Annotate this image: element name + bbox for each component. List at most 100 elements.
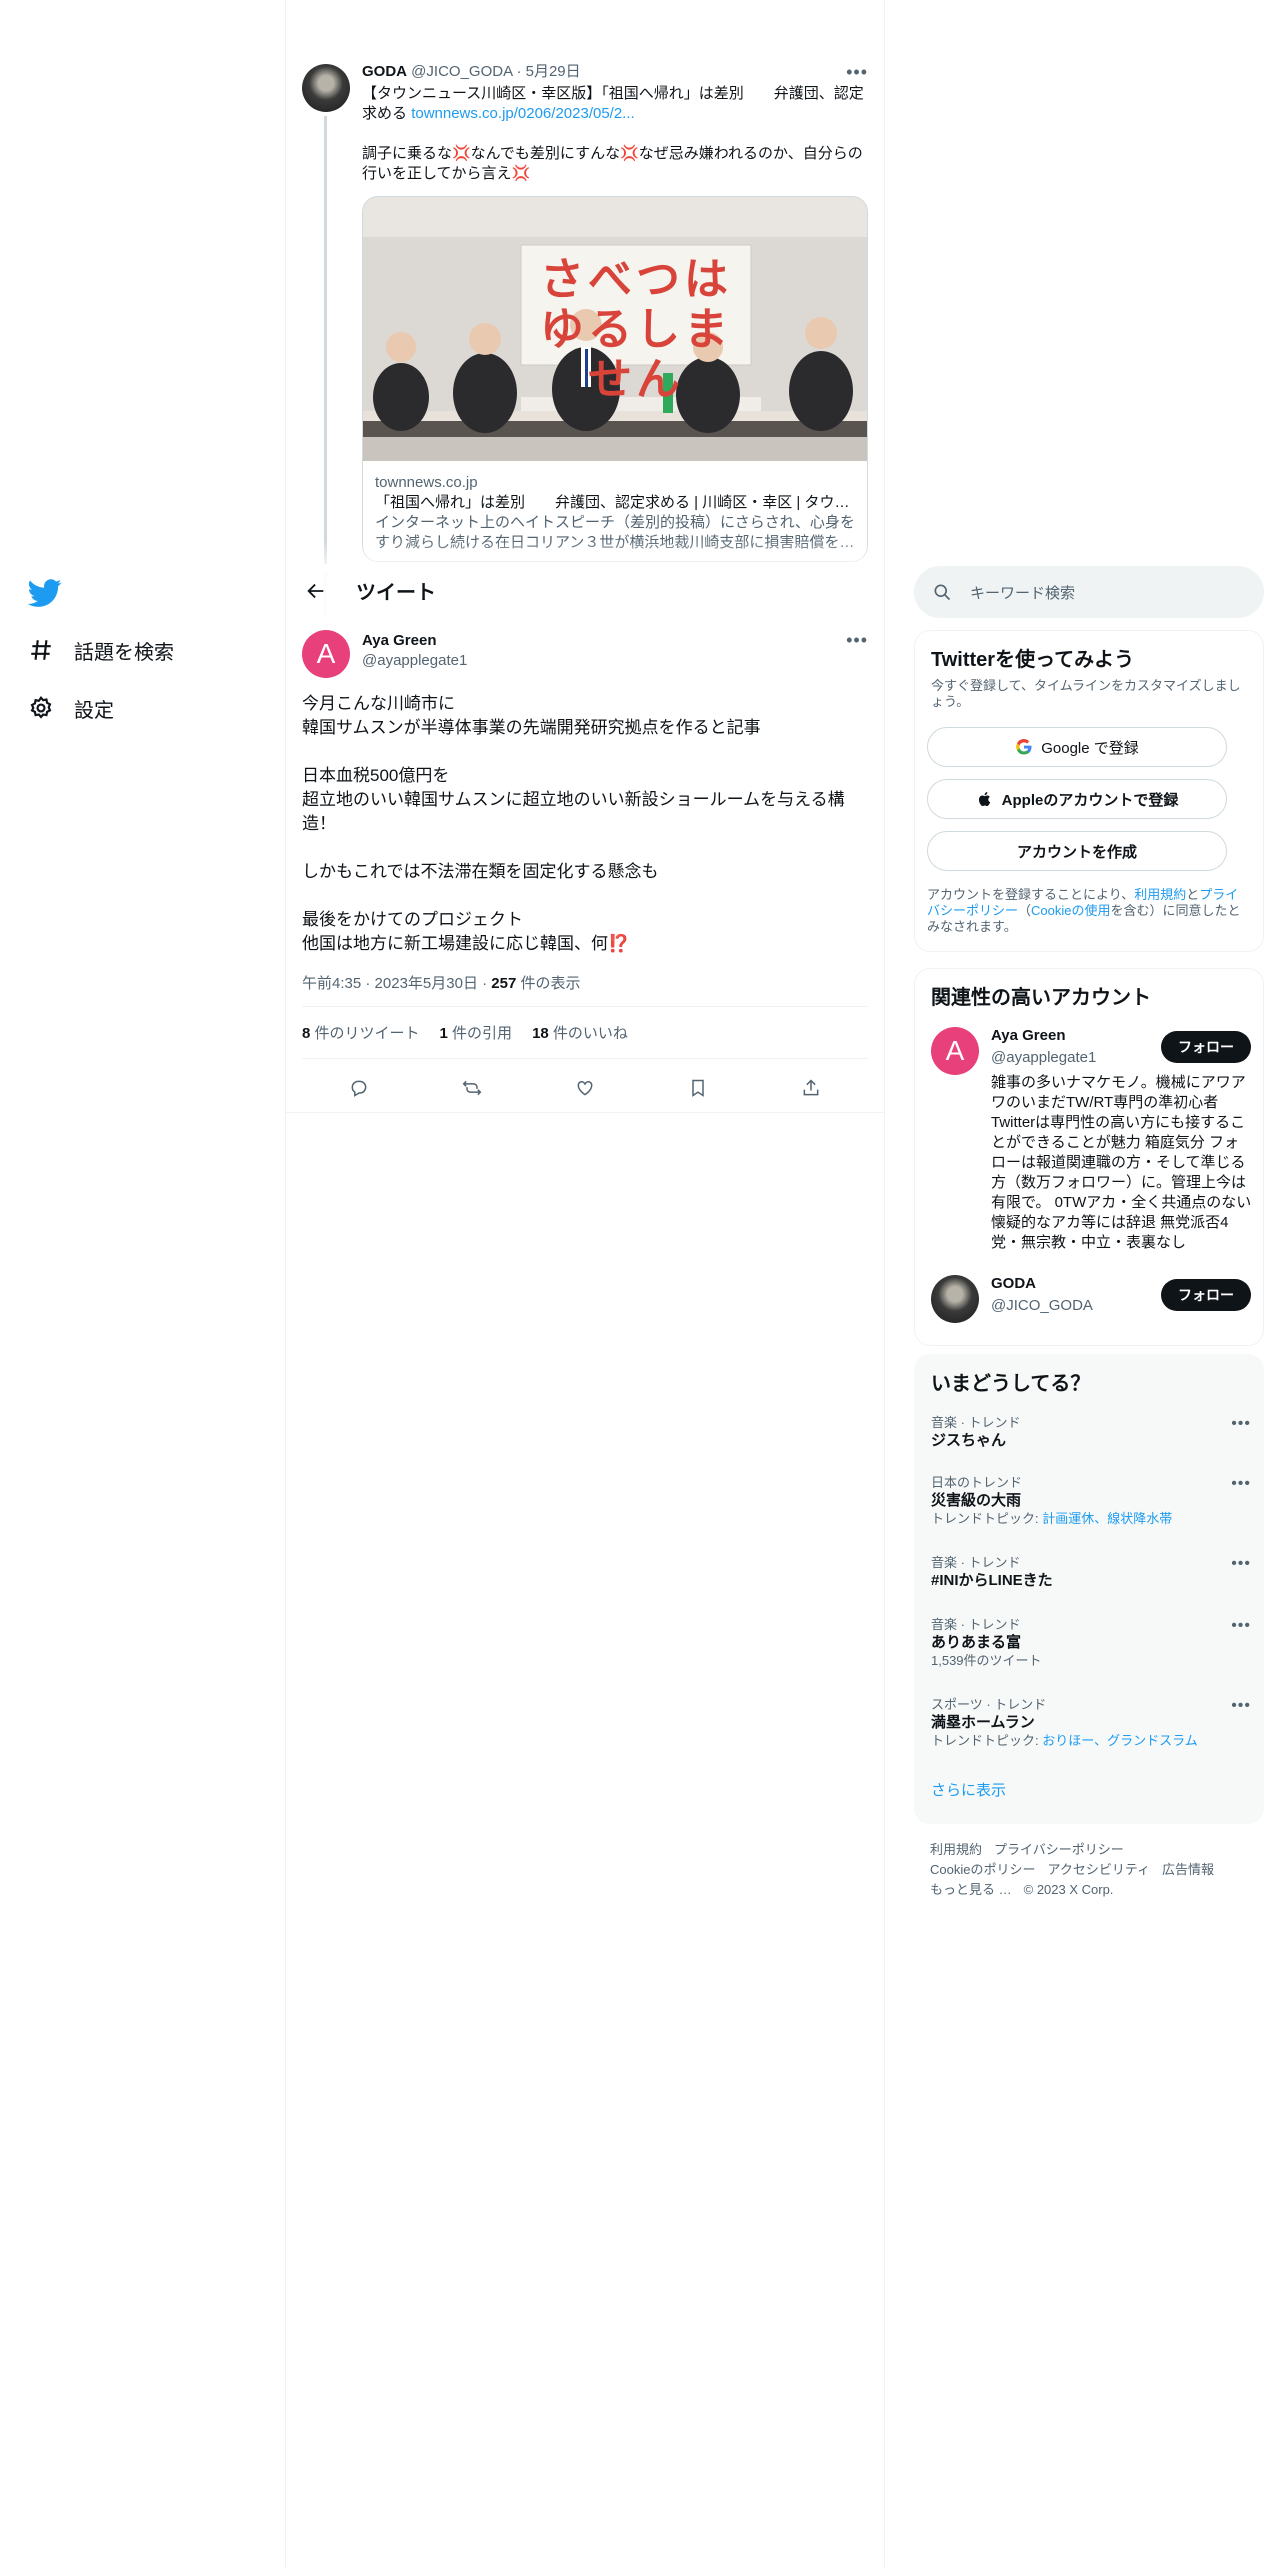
account-name[interactable]: Aya Green xyxy=(991,1027,1065,1044)
likes-count: 18 xyxy=(532,1025,549,1042)
author-name[interactable]: Aya Green xyxy=(362,632,436,649)
views-count: 257 xyxy=(491,975,517,992)
right-divider xyxy=(884,0,885,2568)
tweet-date[interactable]: 2023年5月30日 xyxy=(375,975,478,992)
nav-settings[interactable]: 設定 xyxy=(28,688,114,728)
retweets-stat[interactable]: 8 件のリツイート xyxy=(302,1022,420,1043)
trend-item[interactable]: 音楽 · トレンド ジスちゃん ••• xyxy=(931,1415,1251,1451)
more-options-icon[interactable]: ••• xyxy=(1231,1475,1251,1493)
google-signup-label: Google で登録 xyxy=(1041,739,1139,757)
back-arrow-icon[interactable] xyxy=(298,573,334,609)
trend-item[interactable]: 音楽 · トレンド #INIからLINEきた ••• xyxy=(931,1555,1251,1591)
avatar[interactable] xyxy=(931,1275,979,1323)
trend-topic-links[interactable]: おりほー、グランドスラム xyxy=(1042,1733,1197,1748)
account-name[interactable]: GODA xyxy=(991,1275,1036,1292)
legal-paren: （ xyxy=(1018,903,1032,918)
avatar[interactable] xyxy=(302,64,350,112)
author-handle[interactable]: @JICO_GODA xyxy=(411,63,512,80)
avatar[interactable]: A xyxy=(302,630,350,678)
footer-copyright: © 2023 X Corp. xyxy=(1023,1882,1114,1897)
parent-tweet-body: GODA @JICO_GODA · 5月29日 ••• 【タウンニュース川崎区・… xyxy=(362,62,868,562)
signup-panel: Twitterを使ってみよう 今すぐ登録して、タイムラインをカスタマイズしましょ… xyxy=(914,630,1264,952)
hashtag-icon xyxy=(28,637,54,663)
trend-item[interactable]: 日本のトレンド 災害級の大雨 トレンドトピック: 計画運休、線状降水帯 ••• xyxy=(931,1475,1251,1527)
footer-terms-link[interactable]: 利用規約 xyxy=(930,1842,982,1857)
more-options-icon[interactable]: ••• xyxy=(1231,1415,1251,1433)
relevant-title: 関連性の高いアカウント xyxy=(931,987,1151,1009)
tweet-date[interactable]: 5月29日 xyxy=(526,63,581,80)
footer-ads-link[interactable]: 広告情報 xyxy=(1162,1862,1214,1877)
google-signup-button[interactable]: Google で登録 xyxy=(927,727,1227,767)
legal-text-and: と xyxy=(1186,887,1200,902)
trend-topics: トレンドトピック: 計画運休、線状降水帯 xyxy=(931,1511,1251,1527)
show-more-link[interactable]: さらに表示 xyxy=(931,1779,1006,1800)
author-handle[interactable]: @ayapplegate1 xyxy=(362,652,467,669)
timeline-column: GODA @JICO_GODA · 5月29日 ••• 【タウンニュース川崎区・… xyxy=(286,0,884,2568)
tweet-header: GODA @JICO_GODA · 5月29日 xyxy=(362,62,868,82)
footer-cookie-link[interactable]: Cookieのポリシー xyxy=(930,1862,1035,1877)
footer-more-link[interactable]: もっと見る … xyxy=(930,1882,1012,1897)
trend-name: #INIからLINEきた xyxy=(931,1572,1053,1589)
more-options-icon[interactable]: ••• xyxy=(1231,1617,1251,1635)
create-account-button[interactable]: アカウントを作成 xyxy=(927,831,1227,871)
terms-link[interactable]: 利用規約 xyxy=(1134,887,1186,902)
more-options-icon[interactable]: ••• xyxy=(1231,1555,1251,1573)
trend-item[interactable]: 音楽 · トレンド ありあまる富 1,539件のツイート ••• xyxy=(931,1617,1251,1669)
tweet-time[interactable]: 午前4:35 xyxy=(302,975,361,992)
tweet-link[interactable]: townnews.co.jp/0206/2023/05/2... xyxy=(411,105,635,122)
footer-accessibility-link[interactable]: アクセシビリティ xyxy=(1047,1862,1150,1877)
trend-category: 音楽 · トレンド xyxy=(931,1415,1021,1430)
quotes-stat[interactable]: 1 件の引用 xyxy=(440,1022,513,1043)
footer-privacy-link[interactable]: プライバシーポリシー xyxy=(994,1842,1124,1857)
link-card-domain: townnews.co.jp xyxy=(375,474,478,491)
nav-explore-label: 話題を検索 xyxy=(74,641,174,664)
separator: · xyxy=(482,975,488,992)
divider xyxy=(286,1112,884,1113)
retweets-count: 8 xyxy=(302,1025,311,1042)
like-heart-icon[interactable] xyxy=(568,1071,602,1105)
trend-topic-label: トレンドトピック: xyxy=(931,1511,1043,1526)
google-icon xyxy=(1015,738,1033,756)
account-item[interactable]: A Aya Green @ayapplegate1 フォロー 雑事の多いナマケモ… xyxy=(931,1027,1251,1257)
author-name[interactable]: GODA xyxy=(362,63,407,80)
footer-links: 利用規約 プライバシーポリシー Cookieのポリシー アクセシビリティ 広告情報 も… xyxy=(930,1840,1250,1900)
link-card-image: さべつは ゆるしません xyxy=(363,197,867,461)
signup-legal-text: アカウントを登録することにより、利用規約とプライバシーポリシー（Cookieの使… xyxy=(927,887,1247,935)
account-handle[interactable]: @ayapplegate1 xyxy=(991,1049,1096,1066)
tweet-text-line2: 調子に乗るな💢なんでも差別にすんな💢なぜ忌み嫌われるのか、自分らの行いを正してか… xyxy=(362,145,863,182)
tweet-text: 【タウンニュース川崎区・幸区版】「祖国へ帰れ」は差別 弁護団、認定求める tow… xyxy=(362,84,868,184)
avatar[interactable]: A xyxy=(931,1027,979,1075)
trend-item[interactable]: スポーツ · トレンド 満塁ホームラン トレンドトピック: おりほー、グランドス… xyxy=(931,1697,1251,1749)
nav-explore[interactable]: 話題を検索 xyxy=(28,630,174,670)
follow-button[interactable]: フォロー xyxy=(1161,1279,1251,1311)
more-options-icon[interactable]: ••• xyxy=(846,630,868,651)
search-icon xyxy=(932,582,952,602)
divider xyxy=(302,1058,868,1059)
trend-name: ありあまる富 xyxy=(931,1634,1022,1651)
quotes-label: 件の引用 xyxy=(452,1025,513,1042)
link-card[interactable]: さべつは ゆるしません townnews.co.jp 「祖国へ帰れ」は差別 弁護… xyxy=(362,196,868,562)
apple-signup-button[interactable]: Appleのアカウントで登録 xyxy=(927,779,1227,819)
likes-stat[interactable]: 18 件のいいね xyxy=(532,1022,628,1043)
trend-category: 音楽 · トレンド xyxy=(931,1555,1021,1570)
separator: · xyxy=(365,975,371,992)
bookmark-icon[interactable] xyxy=(681,1071,715,1105)
retweet-icon[interactable] xyxy=(455,1071,489,1105)
trend-topic-links[interactable]: 計画運休、線状降水帯 xyxy=(1042,1511,1172,1526)
trend-tweet-count: 1,539件のツイート xyxy=(931,1653,1042,1668)
signup-subtitle: 今すぐ登録して、タイムラインをカスタマイズしましょう。 xyxy=(931,678,1241,709)
tweet-actions xyxy=(302,1068,868,1108)
share-icon[interactable] xyxy=(794,1071,828,1105)
trends-title: いまどうしてる？ xyxy=(931,1373,1091,1395)
reply-icon[interactable] xyxy=(342,1071,376,1105)
more-options-icon[interactable]: ••• xyxy=(1231,1697,1251,1715)
more-options-icon[interactable]: ••• xyxy=(846,62,868,83)
cookie-link[interactable]: Cookieの使用 xyxy=(1031,903,1110,918)
twitter-logo-icon[interactable] xyxy=(27,576,64,612)
tweet-timestamp: 午前4:35 · 2023年5月30日 · 257 件の表示 xyxy=(302,972,581,993)
follow-button[interactable]: フォロー xyxy=(1161,1031,1251,1063)
search-bar[interactable]: キーワード検索 xyxy=(914,566,1264,618)
account-handle[interactable]: @JICO_GODA xyxy=(991,1297,1093,1314)
account-item[interactable]: GODA @JICO_GODA フォロー xyxy=(931,1275,1251,1325)
trend-name: ジスちゃん xyxy=(931,1432,1007,1449)
